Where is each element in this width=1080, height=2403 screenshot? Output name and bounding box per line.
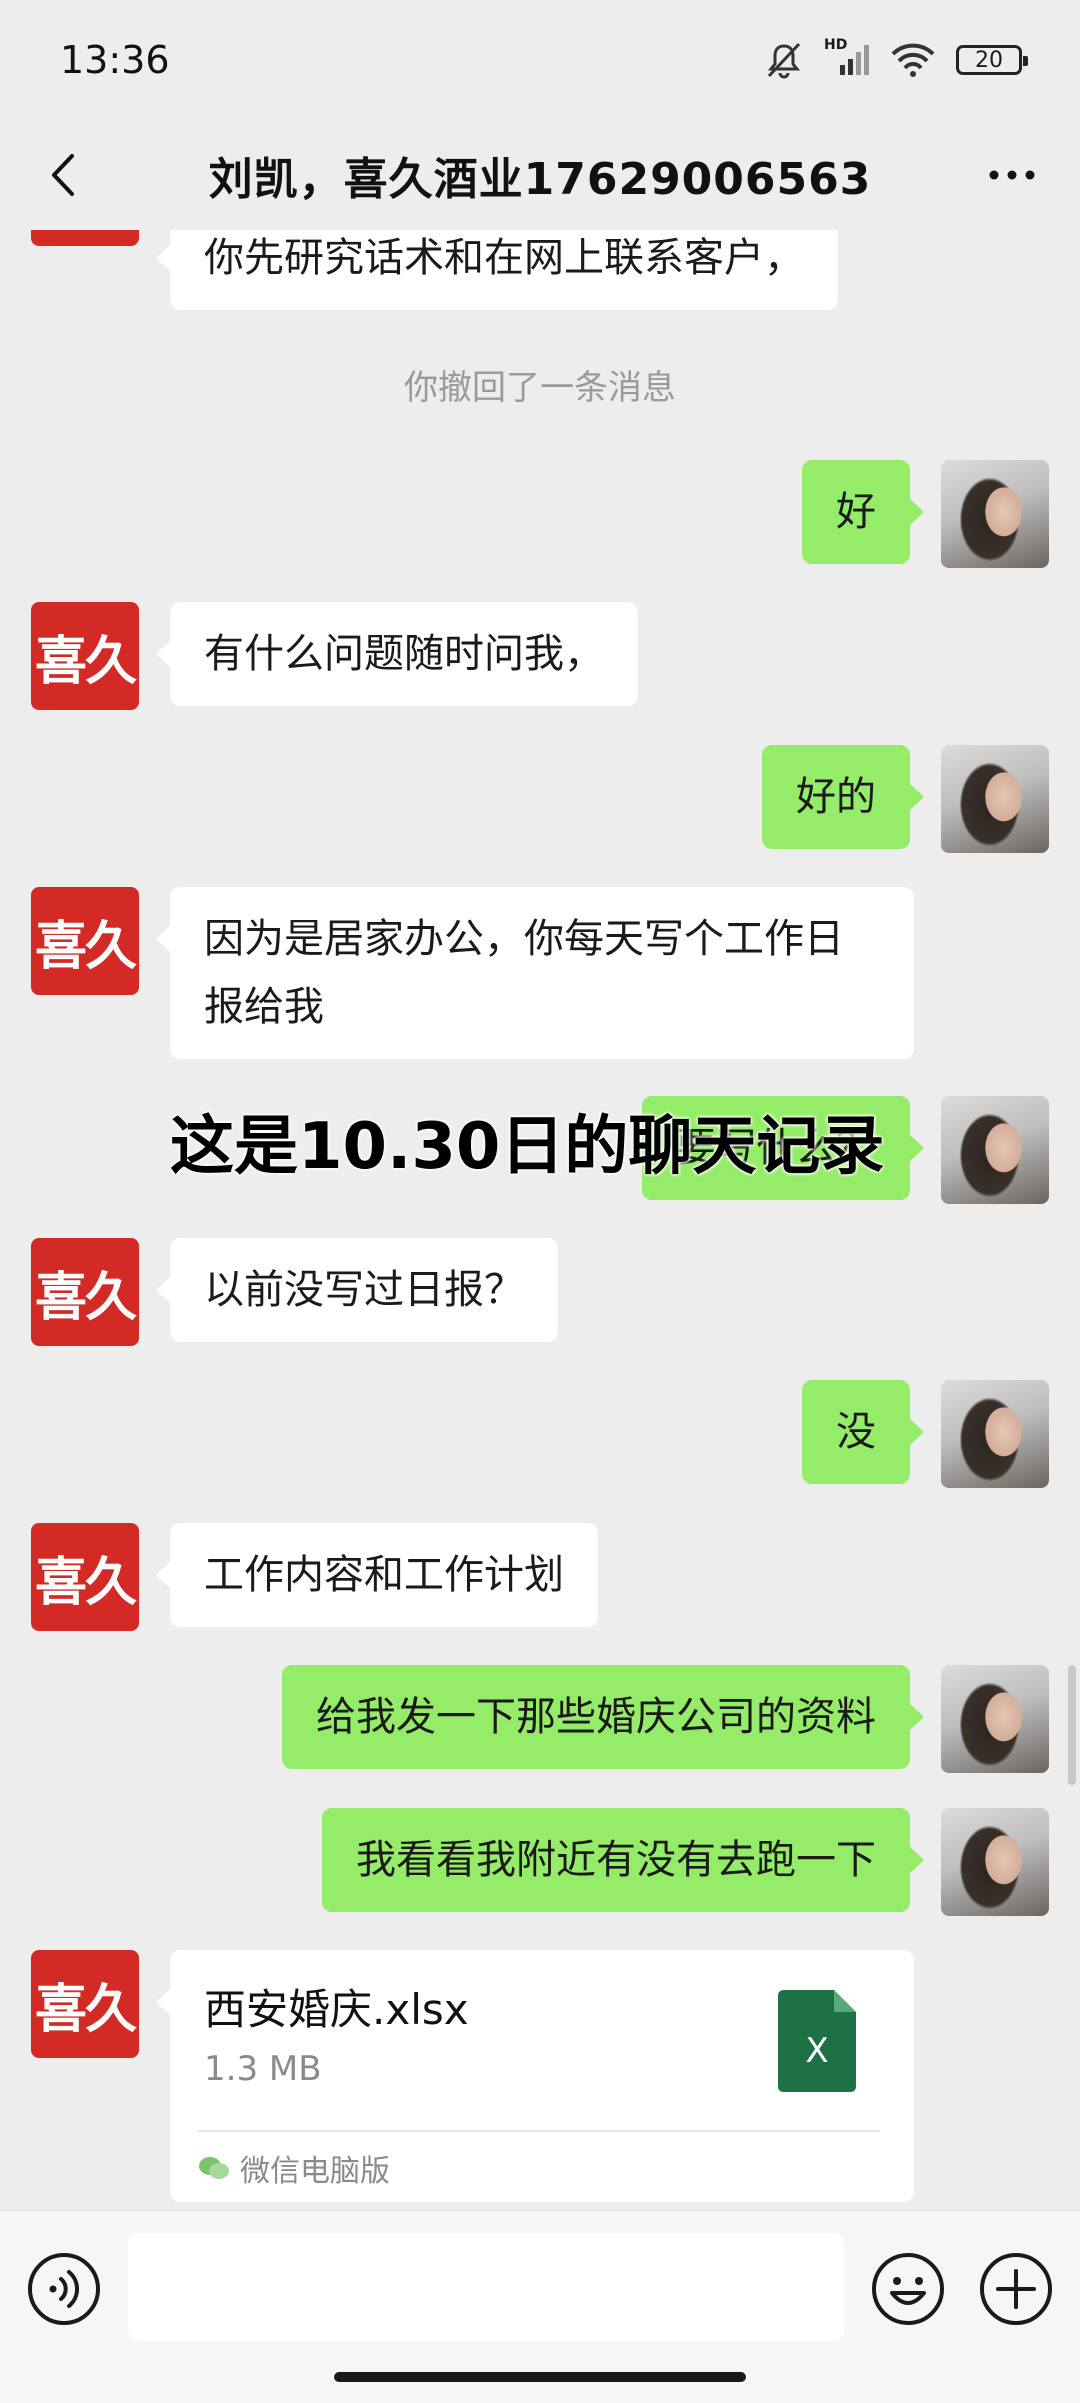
signal-icon: HD — [824, 37, 870, 77]
contact-avatar[interactable]: 喜久 — [31, 1238, 139, 1346]
status-icons: HD 20 — [764, 37, 1028, 80]
more-dots-icon — [989, 170, 1035, 180]
my-avatar[interactable] — [941, 1665, 1049, 1773]
contact-avatar[interactable]: 喜久 — [31, 1523, 139, 1631]
excel-icon-letter: X — [805, 2031, 828, 2071]
voice-icon — [28, 2253, 100, 2325]
status-bar: 13:36 HD 20 — [0, 0, 1080, 120]
message-text: 好 — [836, 489, 876, 535]
back-button[interactable] — [40, 150, 90, 200]
more-functions-button[interactable] — [978, 2251, 1054, 2327]
message-text: 没 — [836, 1409, 876, 1455]
message-text: 有什么问题随时问我， — [204, 631, 604, 677]
chat-header: 刘凯，喜久酒业17629006563 — [0, 120, 1080, 230]
message-bubble-outgoing[interactable]: 我看看我附近有没有去跑一下 — [322, 1808, 924, 1912]
contact-avatar[interactable]: 喜久 — [31, 230, 139, 246]
more-button[interactable] — [982, 150, 1042, 200]
mute-icon — [764, 40, 804, 80]
wechat-icon — [199, 2157, 229, 2179]
file-source: 微信电脑版 — [198, 2146, 390, 2190]
scrollbar[interactable] — [1068, 1665, 1076, 1785]
message-text: 因为是居家办公，你每天写个工作日报给我 — [204, 916, 844, 1030]
my-avatar[interactable] — [941, 1808, 1049, 1916]
divider — [198, 2130, 880, 2132]
my-avatar[interactable] — [941, 745, 1049, 853]
my-avatar[interactable] — [941, 460, 1049, 568]
message-text: 我看看我附近有没有去跑一下 — [356, 1837, 876, 1883]
voice-button[interactable] — [26, 2251, 102, 2327]
overlay-caption: 这是10.30日的聊天记录 — [170, 1110, 885, 1184]
message-input[interactable] — [128, 2233, 844, 2341]
excel-file-icon: X — [778, 1990, 856, 2092]
contact-avatar[interactable]: 喜久 — [31, 887, 139, 995]
my-avatar[interactable] — [941, 1096, 1049, 1204]
chat-title[interactable]: 刘凯，喜久酒业17629006563 — [209, 143, 872, 207]
battery-icon: 20 — [956, 45, 1028, 75]
message-text: 以前没写过日报？ — [204, 1267, 524, 1313]
message-bubble-incoming[interactable]: 你先研究话术和在网上联系客户， — [156, 230, 838, 310]
status-time: 13:36 — [60, 38, 170, 82]
message-bubble-outgoing[interactable]: 没 — [802, 1380, 924, 1484]
message-bubble-incoming[interactable]: 工作内容和工作计划 — [156, 1523, 598, 1627]
message-bubble-incoming[interactable]: 以前没写过日报？ — [156, 1238, 558, 1342]
file-source-label: 微信电脑版 — [240, 2154, 390, 2189]
chevron-left-icon — [52, 154, 74, 196]
wifi-icon — [890, 42, 936, 78]
message-text: 你先研究话术和在网上联系客户， — [204, 235, 804, 281]
home-indicator[interactable] — [334, 2372, 746, 2382]
battery-level: 20 — [975, 47, 1003, 73]
message-bubble-outgoing[interactable]: 好的 — [762, 745, 924, 849]
file-message-card[interactable]: 西安婚庆.xlsx 1.3 MB X 微信电脑版 — [156, 1950, 914, 2202]
plus-icon — [980, 2253, 1052, 2325]
message-bubble-incoming[interactable]: 有什么问题随时问我， — [156, 602, 638, 706]
network-label: HD — [824, 37, 848, 53]
chat-message-list[interactable]: 喜久 你先研究话术和在网上联系客户， 你撤回了一条消息 好 喜久 有什么问题随时… — [0, 230, 1080, 2210]
message-text: 给我发一下那些婚庆公司的资料 — [316, 1694, 876, 1740]
system-recall-notice: 你撤回了一条消息 — [404, 368, 676, 408]
my-avatar[interactable] — [941, 1380, 1049, 1488]
message-bubble-outgoing[interactable]: 给我发一下那些婚庆公司的资料 — [282, 1665, 924, 1769]
emoji-button[interactable] — [870, 2251, 946, 2327]
emoji-icon — [872, 2253, 944, 2325]
message-bubble-incoming[interactable]: 因为是居家办公，你每天写个工作日报给我 — [156, 887, 914, 1059]
contact-avatar[interactable]: 喜久 — [31, 602, 139, 710]
message-bubble-outgoing[interactable]: 好 — [802, 460, 924, 564]
contact-avatar[interactable]: 喜久 — [31, 1950, 139, 2058]
message-text: 工作内容和工作计划 — [204, 1552, 564, 1598]
message-text: 好的 — [796, 774, 876, 820]
